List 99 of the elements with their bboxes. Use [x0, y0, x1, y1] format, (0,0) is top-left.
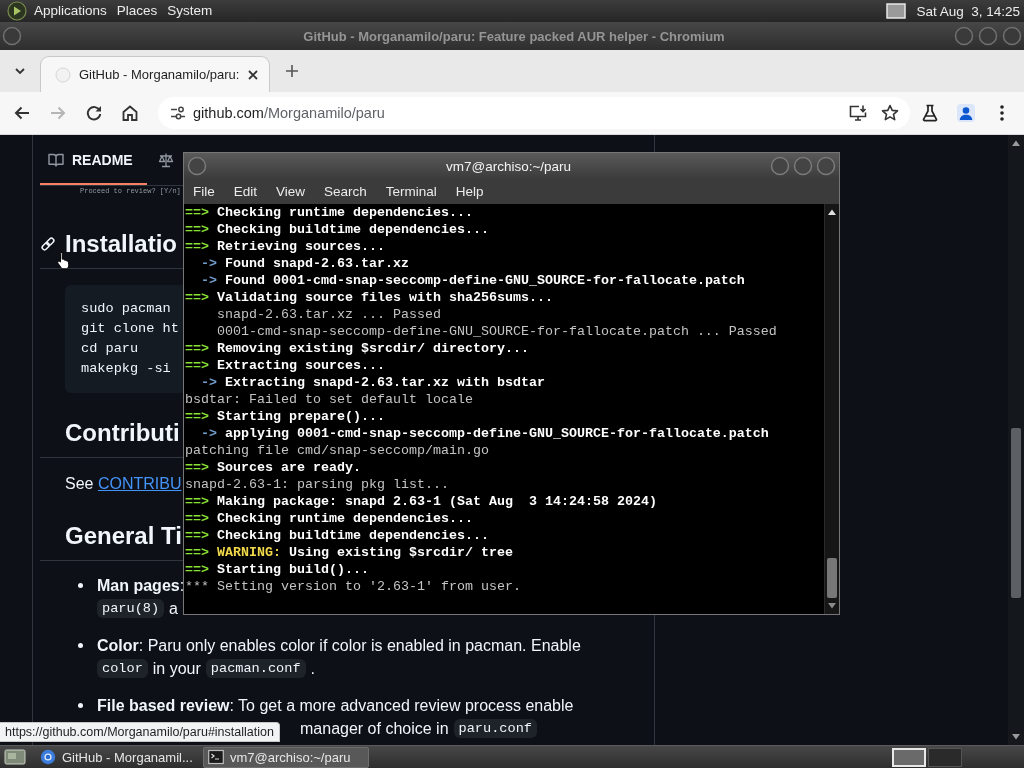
scroll-down-icon[interactable] — [827, 602, 837, 610]
section-heading: Contributi — [65, 418, 180, 448]
list-text: Man pages: — [97, 576, 185, 596]
terminal-line: ==> Retrieving sources... — [185, 239, 385, 254]
scroll-up-icon[interactable] — [827, 208, 837, 216]
maximize-button[interactable] — [978, 26, 998, 46]
hand-cursor-icon — [56, 251, 71, 270]
code-line: sudo pacman — [81, 300, 171, 318]
terminal-line: ==> Checking runtime dependencies... — [185, 205, 473, 220]
scrollbar-thumb[interactable] — [827, 558, 837, 598]
terminal-line: ==> Checking runtime dependencies... — [185, 511, 473, 526]
tune-icon[interactable] — [170, 105, 186, 121]
star-icon[interactable] — [880, 103, 900, 123]
terminal-icon — [208, 749, 224, 765]
terminal-line: ==> Checking buildtime dependencies... — [185, 222, 489, 237]
link-icon[interactable] — [40, 236, 56, 252]
inline-code: pacman.conf — [205, 659, 306, 678]
code-line: makepkg -si — [81, 360, 171, 378]
play-circle-icon[interactable] — [7, 1, 27, 21]
scrollbar[interactable] — [1008, 135, 1024, 745]
terminal-line: -> Found 0001-cmd-snap-seccomp-define-GNU_SOURCE-for-fallocate.patch — [201, 273, 745, 288]
address-bar[interactable]: github.com/Morganamilo/paru — [158, 97, 910, 129]
terminal-line: ==> Validating source files with sha256sums... — [185, 290, 553, 305]
terminal-line: -> Found snapd-2.63.tar.xz — [201, 256, 409, 271]
list-text: . — [310, 659, 315, 679]
window-menu-button[interactable] — [187, 156, 207, 176]
terminal-line: ==> Sources are ready. — [185, 460, 361, 475]
clock[interactable]: Sat Aug 3, 14:25 — [916, 3, 1020, 19]
scroll-down-icon[interactable] — [1011, 733, 1021, 741]
header-tab[interactable]: README — [40, 137, 147, 185]
terminal-line: *** Setting version to '2.63-1' from user. — [185, 579, 521, 594]
inline-code: color — [97, 659, 148, 678]
window-title: vm7@archiso:~/paru — [444, 158, 573, 174]
favicon-icon — [55, 66, 71, 83]
bullet-icon — [78, 643, 83, 648]
book-icon — [48, 152, 64, 168]
list-text: File based review: To get a more advanced review process enable — [97, 696, 574, 716]
panel-menu[interactable]: System — [165, 1, 221, 21]
terminal-line: ==> Removing existing $srcdir/ directory... — [185, 341, 529, 356]
menu-item[interactable]: File — [184, 181, 224, 202]
menu-item[interactable]: Search — [315, 181, 376, 202]
reload-icon[interactable] — [84, 103, 104, 123]
menu-item[interactable]: View — [267, 181, 315, 202]
scroll-up-icon[interactable] — [1011, 139, 1021, 147]
menu-item[interactable]: Edit — [224, 181, 267, 202]
taskbar-button[interactable]: vm7@archiso:~/paru — [203, 746, 369, 768]
scale-icon — [157, 152, 174, 168]
terminal-line: 0001-cmd-snap-seccomp-define-GNU_SOURCE-for-fallocate.patch ... Passed — [217, 324, 777, 339]
window-menu-button[interactable] — [2, 26, 22, 46]
code-line: cd paru — [81, 340, 139, 358]
install-icon[interactable] — [848, 103, 868, 123]
list-text: in your — [152, 659, 201, 679]
terminal-line: ==> Making package: snapd 2.63-1 (Sat Aug 3 14:24:58 2024) — [185, 494, 657, 509]
display-icon[interactable] — [886, 3, 907, 19]
section-heading: General Ti — [65, 521, 182, 551]
scrollbar[interactable] — [824, 204, 839, 614]
panel-menu[interactable]: Applications — [32, 1, 115, 21]
home-icon[interactable] — [120, 103, 140, 123]
panel-menu[interactable]: Places — [114, 1, 166, 21]
list-text: manager of choice in — [300, 719, 449, 739]
taskbar-button[interactable]: GitHub - Morganamil... — [35, 746, 201, 768]
terminal-line: -> Extracting snapd-2.63.tar.xz with bsdtar — [201, 375, 545, 390]
inline-code: paru.conf — [453, 719, 537, 738]
close-button[interactable] — [816, 156, 836, 176]
terminal-line: ==> Checking buildtime dependencies... — [185, 528, 489, 543]
list-text: a — [169, 599, 178, 619]
terminal-line: snapd-2.63-1: parsing pkg list... — [185, 477, 449, 492]
browser-app-icon — [40, 749, 56, 765]
workspace-tile[interactable] — [928, 747, 962, 767]
scrollbar-thumb[interactable] — [1011, 428, 1021, 598]
profile-icon[interactable] — [956, 103, 976, 123]
flask-icon[interactable] — [920, 103, 940, 123]
link-status-bubble: https://github.com/Morganamilo/paru#installation — [0, 722, 280, 742]
paragraph-text: See CONTRIBU — [65, 474, 182, 494]
code-line: git clone ht — [81, 320, 179, 338]
browser-tab[interactable]: GitHub - Morganamilo/paru: — [40, 56, 270, 92]
terminal-line: -> applying 0001-cmd-snap-seccomp-define-GNU_SOURCE-for-fallocate.patch — [201, 426, 769, 441]
terminal-line: snapd-2.63.tar.xz ... Passed — [217, 307, 441, 322]
bullet-icon — [78, 583, 83, 588]
maximize-button[interactable] — [793, 156, 813, 176]
terminal-line: patching file cmd/snap-seccomp/main.go — [185, 443, 489, 458]
section-heading: Installatio — [65, 229, 178, 259]
terminal-line: ==> Extracting sources... — [185, 358, 385, 373]
terminal-line: bsdtar: Failed to set default locale — [185, 392, 473, 407]
show-desktop-icon[interactable] — [4, 748, 26, 766]
terminal-line: ==> Starting build()... — [185, 562, 369, 577]
menu-item[interactable]: Help — [446, 181, 493, 202]
terminal-line: ==> Starting prepare()... — [185, 409, 385, 424]
window-title: GitHub - Morganamilo/paru: Feature packed AUR helper - Chromium — [302, 28, 726, 44]
text-link[interactable]: CONTRIBU — [97, 475, 182, 492]
plus-icon[interactable] — [284, 63, 300, 79]
menu-item[interactable]: Terminal — [376, 181, 446, 202]
minimize-button[interactable] — [770, 156, 790, 176]
list-text: Color: Paru only enables color if color is enabled in pacman. Enable — [97, 636, 581, 656]
close-button[interactable] — [1002, 26, 1022, 46]
bullet-icon — [78, 703, 83, 708]
minimize-button[interactable] — [954, 26, 974, 46]
inline-code: paru(8) — [97, 599, 165, 618]
terminal-line: ==> WARNING: Using existing $srcdir/ tree — [185, 545, 513, 560]
